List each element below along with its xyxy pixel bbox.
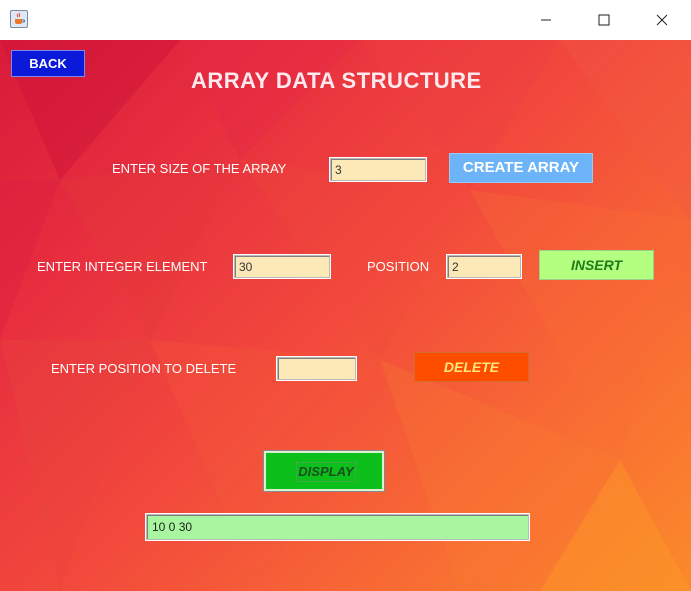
integer-element-label: ENTER INTEGER ELEMENT — [37, 259, 208, 274]
delete-position-input[interactable] — [277, 357, 356, 380]
main-panel: BACK ARRAY DATA STRUCTURE ENTER SIZE OF … — [0, 40, 691, 591]
insert-position-input[interactable] — [447, 255, 521, 278]
array-output-field[interactable]: 10 0 30 — [146, 514, 529, 540]
array-size-label: ENTER SIZE OF THE ARRAY — [112, 161, 287, 176]
delete-position-label: ENTER POSITION TO DELETE — [51, 361, 237, 376]
close-icon — [656, 14, 668, 26]
display-button-label: DISPLAY — [296, 462, 356, 482]
integer-element-input[interactable] — [234, 255, 330, 278]
position-label: POSITION — [367, 259, 430, 274]
window-title-bar — [0, 0, 691, 40]
maximize-icon — [598, 14, 610, 26]
back-button[interactable]: BACK — [11, 50, 85, 77]
delete-button[interactable]: DELETE — [414, 352, 529, 382]
java-cup-icon — [10, 10, 28, 28]
minimize-icon — [541, 19, 551, 21]
insert-button[interactable]: INSERT — [539, 250, 654, 280]
array-size-input[interactable] — [330, 158, 426, 181]
maximize-button[interactable] — [575, 0, 633, 40]
display-button[interactable]: DISPLAY — [264, 451, 384, 491]
close-button[interactable] — [633, 0, 691, 40]
page-title: ARRAY DATA STRUCTURE — [191, 68, 482, 93]
polygon-background — [0, 40, 691, 591]
create-array-button[interactable]: CREATE ARRAY — [449, 153, 593, 183]
minimize-button[interactable] — [517, 0, 575, 40]
